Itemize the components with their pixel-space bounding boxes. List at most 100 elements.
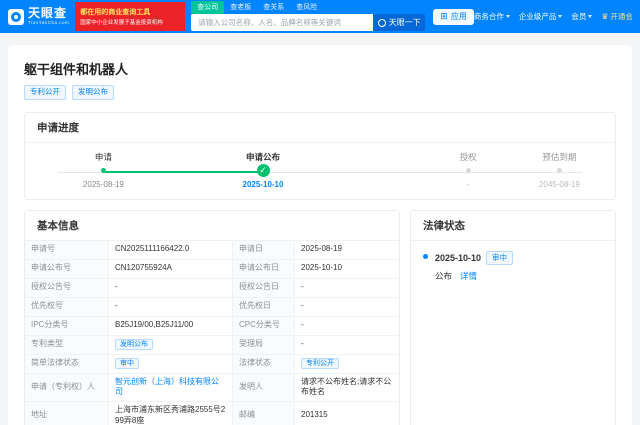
search-tab-2[interactable]: 查关系 [257, 1, 290, 14]
info-value: 审中 [109, 354, 233, 374]
chevron-down-icon [558, 15, 563, 18]
patent-tag-1: 发明公布 [72, 85, 114, 100]
info-label: 申请公布号 [25, 259, 109, 279]
search-eye-icon [377, 18, 386, 27]
info-tag: 专利公开 [301, 357, 339, 370]
top-nav: 商务合作企业级产品会员♛开通会员超级会员 [474, 11, 632, 22]
nav-item-0[interactable]: 商务合作 [474, 11, 510, 22]
timeline-step-label: 授权 [459, 151, 477, 162]
info-label: 地址 [25, 402, 109, 425]
basic-info-title: 基本信息 [25, 211, 399, 241]
search-tab-1[interactable]: 查老板 [224, 1, 257, 14]
search-button[interactable]: 天眼一下 [373, 14, 426, 31]
nav-item-label: 商务合作 [473, 12, 504, 21]
tianyancha-logo[interactable]: 天眼查 TianYanCha.com [8, 7, 69, 26]
info-value: 发明公布 [109, 335, 233, 355]
info-value: - [295, 279, 399, 298]
legal-detail-link[interactable]: 详情 [460, 270, 477, 282]
timeline-step-3: 预估到期 2045-08-19 [516, 151, 602, 189]
info-value: CN120755924A [109, 259, 233, 279]
info-label: 邮编 [233, 402, 295, 425]
promo-line1: 都在用的商业查询工具 [80, 9, 151, 16]
timeline-dot-icon [100, 168, 106, 173]
info-value: 2025-08-19 [295, 241, 399, 260]
info-value: - [295, 317, 399, 336]
timeline-dot-icon [465, 168, 471, 173]
page-title: 躯干组件和机器人 [24, 62, 129, 77]
progress-card-title: 申请进度 [25, 113, 615, 143]
timeline-step-1: 申请公布 ✓ 2025-10-10 [220, 151, 306, 189]
patent-tag-0: 专利公开 [24, 85, 66, 100]
search-tab-3[interactable]: 查风险 [290, 1, 323, 14]
basic-info-card: 基本信息 申请号 CN2025111166422.0 申请日 2025-08-19 申请… [24, 209, 400, 425]
chevron-down-icon [588, 15, 593, 18]
info-tag: 审中 [115, 357, 139, 370]
nav-item-1[interactable]: 企业级产品 [519, 11, 563, 22]
info-label: 优先权号 [25, 297, 109, 317]
nav-item-label: 企业级产品 [518, 12, 557, 21]
check-icon: ✓ [256, 164, 270, 177]
top-header: 天眼查 TianYanCha.com 都在用的商业查询工具 国家中小企业发展子基… [0, 0, 640, 33]
timeline-step-label: 预估到期 [542, 151, 577, 162]
basic-info-table: 申请号 CN2025111166422.0 申请日 2025-08-19 申请公布号 CN… [25, 240, 399, 425]
info-value: 专利公开 [295, 355, 399, 374]
info-label: 简单法律状态 [25, 354, 109, 374]
info-label: 申请日 [233, 240, 295, 260]
search-tab-0[interactable]: 查公司 [191, 1, 225, 14]
timeline-step-label: 申请 [94, 151, 112, 162]
progress-timeline: 申请 2025-08-19 申请公布 ✓ 2025-10-10 授权 - 预估到期 2045-0… [35, 146, 605, 196]
timeline-step-label: 申请公布 [245, 151, 280, 162]
legal-status-list: 2025-10-10 审中 公布 详情 [411, 241, 615, 293]
promo-banner[interactable]: 都在用的商业查询工具 国家中小企业发展子基金投资机构 [75, 2, 186, 31]
info-value: 智元创新（上海）科技有限公司 [109, 373, 233, 403]
nav-item-2[interactable]: 会员 [571, 11, 593, 22]
legal-status-card: 法律状态 2025-10-10 审中 公布 详情 [410, 209, 616, 425]
apps-button[interactable]: ⊞ 应用 [433, 8, 474, 25]
info-value: 上海市浦东新区秀浦路2555号299弄8座 [109, 402, 233, 425]
timeline-step-date: - [466, 179, 470, 189]
open-vip-label: 开通会员 [610, 12, 633, 21]
legal-status-action: 公布 [435, 271, 453, 281]
info-value: - [109, 278, 233, 298]
content-panel: 躯干组件和机器人 专利公开 发明公布 申请进度 申请 2025-08-19 申请公布 ✓… [8, 45, 632, 425]
timeline-step-2: 授权 - [425, 151, 511, 189]
info-label: 受理局 [233, 335, 295, 355]
info-label: IPC分类号 [25, 316, 109, 336]
info-label: 申请（专利权）人 [25, 373, 109, 403]
info-label: 专利类型 [25, 335, 109, 355]
info-value: B25J19/00,B25J11/00 [109, 316, 233, 336]
open-vip-button[interactable]: ♛开通会员 [601, 11, 632, 22]
search-input[interactable] [191, 14, 374, 31]
info-label: 授权公告号 [25, 278, 109, 298]
info-label: 发明人 [233, 373, 295, 403]
progress-card: 申请进度 申请 2025-08-19 申请公布 ✓ 2025-10-10 授权 - 预估到期 2… [24, 111, 616, 200]
info-value: CN2025111166422.0 [109, 240, 233, 260]
timeline-step-date: 2045-08-19 [538, 179, 580, 189]
logo-eye-icon [8, 8, 24, 25]
info-label: 授权公告日 [233, 278, 295, 298]
timeline-step-0: 申请 2025-08-19 [60, 151, 146, 189]
timeline-step-date: 2025-08-19 [82, 179, 124, 189]
apps-label: 应用 [450, 12, 467, 21]
info-label: CPC分类号 [233, 316, 295, 336]
timeline-dot-icon [556, 168, 562, 173]
search-area: 查公司查老板查关系查风险 天眼一下 [191, 1, 426, 31]
info-tag: 发明公布 [115, 338, 153, 351]
info-label: 优先权日 [233, 297, 295, 317]
info-value-link[interactable]: 智元创新（上海）科技有限公司 [115, 377, 226, 399]
chevron-down-icon [505, 15, 510, 18]
info-value: 请求不公布姓名;请求不公布姓名 [295, 374, 399, 403]
bullet-icon [423, 253, 428, 259]
grid-icon: ⊞ [440, 11, 448, 21]
search-button-label: 天眼一下 [388, 18, 421, 27]
promo-line2: 国家中小企业发展子基金投资机构 [80, 20, 163, 26]
info-value: 201315 [295, 402, 399, 425]
logo-subtext: TianYanCha.com [28, 20, 70, 26]
info-value: - [295, 298, 399, 317]
legal-status-date: 2025-10-10 [435, 252, 482, 263]
legal-status-item: 2025-10-10 审中 公布 详情 [423, 250, 603, 283]
logo-text: 天眼查 [28, 6, 68, 21]
info-value: 2025-10-10 [295, 260, 399, 279]
title-tags: 专利公开 发明公布 [24, 85, 616, 100]
search-tabs: 查公司 查老板 查关系 查风险 [191, 1, 425, 14]
